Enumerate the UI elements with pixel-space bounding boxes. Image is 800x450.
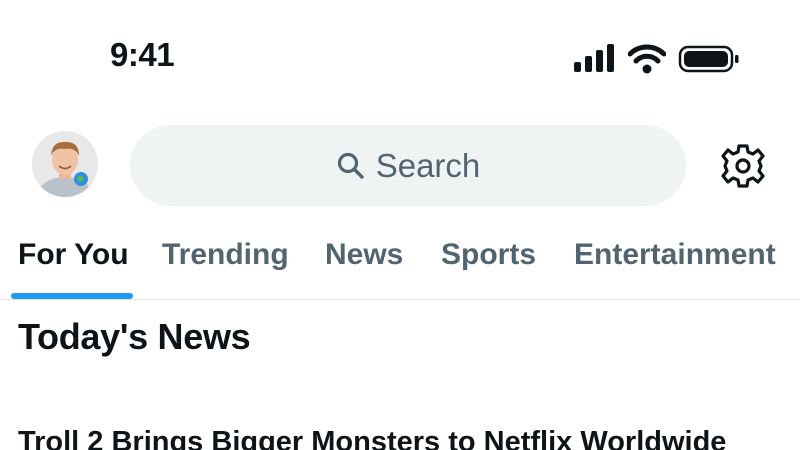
wifi-icon (628, 44, 666, 74)
tab-for-you[interactable]: For You (18, 238, 129, 272)
battery-icon (678, 45, 739, 73)
gear-icon (721, 144, 765, 188)
avatar-image (32, 131, 98, 197)
tab-sports[interactable]: Sports (441, 238, 536, 272)
tab-trending[interactable]: Trending (162, 238, 289, 272)
search-placeholder: Search (375, 146, 481, 184)
explore-screen: 9:41 Search For You Trending News Sports… (0, 0, 800, 450)
tab-bar: For You Trending News Sports Entertainme… (0, 228, 800, 300)
tab-news[interactable]: News (325, 238, 403, 272)
tab-entertainment[interactable]: Entertainment (574, 238, 776, 272)
search-input[interactable]: Search (130, 125, 686, 206)
search-icon (337, 152, 364, 179)
status-time: 9:41 (110, 36, 175, 73)
cellular-signal-icon (574, 44, 614, 72)
avatar[interactable] (32, 131, 98, 197)
settings-button[interactable] (720, 143, 766, 189)
section-title: Today's News (18, 316, 251, 357)
news-headline[interactable]: Troll 2 Brings Bigger Monsters to Netfli… (18, 426, 726, 450)
tabs-divider (0, 299, 800, 300)
